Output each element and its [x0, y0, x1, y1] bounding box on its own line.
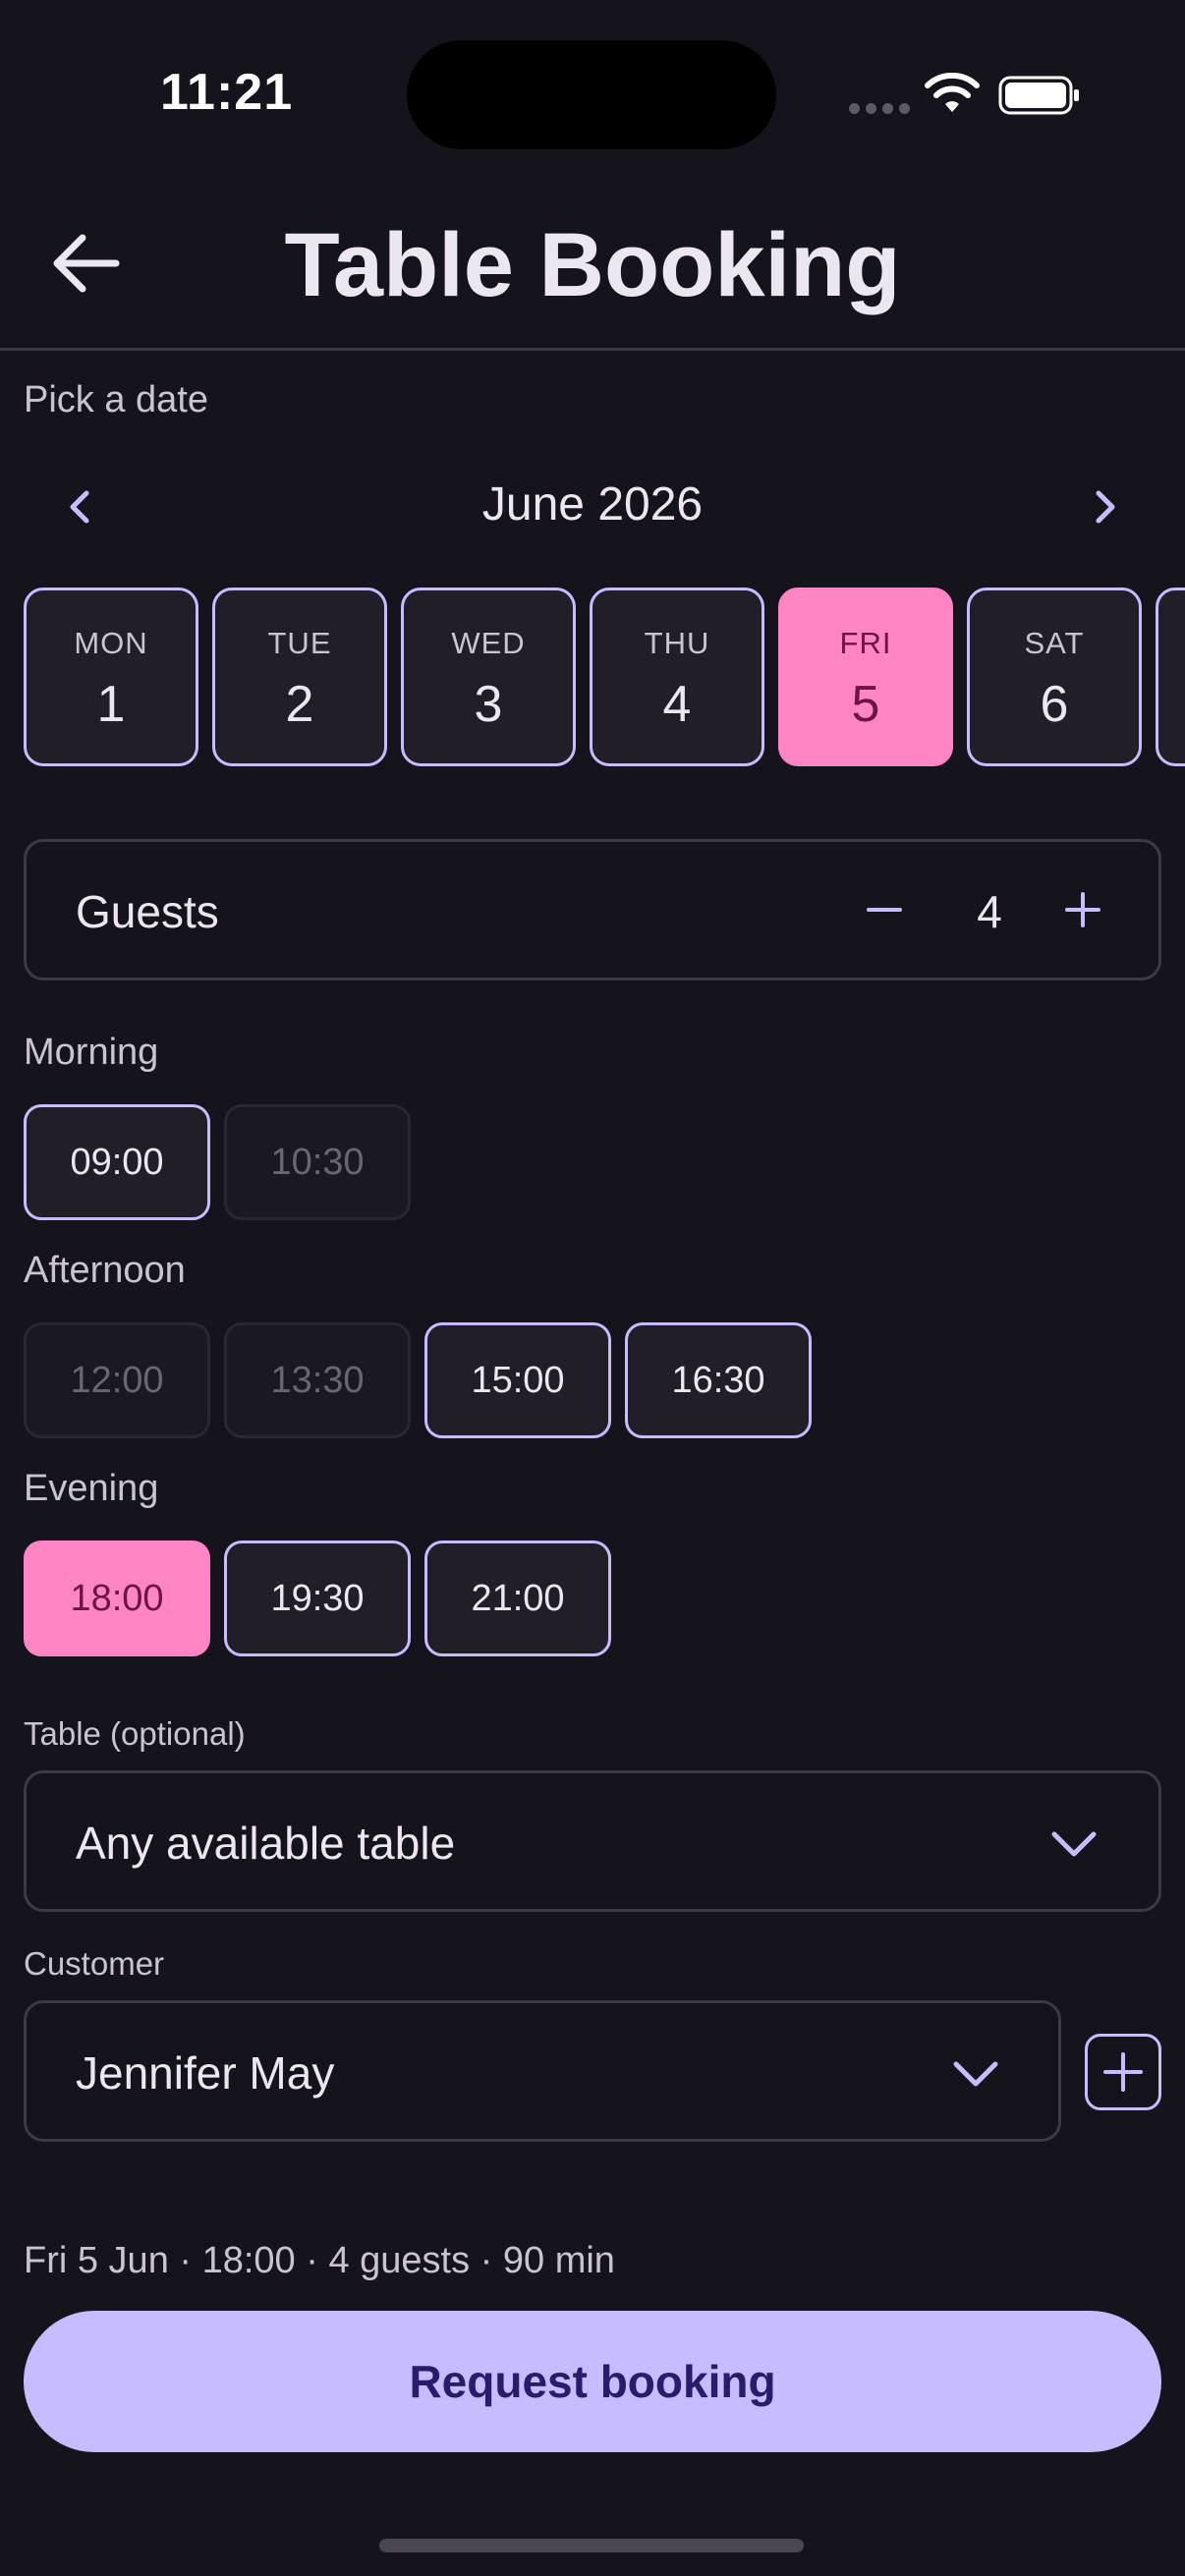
- day-number: 6: [1040, 676, 1069, 733]
- chevron-right-icon: [1096, 490, 1115, 524]
- time-slot-1500[interactable]: 15:00: [424, 1322, 611, 1438]
- time-slot-1330: 13:30: [224, 1322, 411, 1438]
- guests-stepper: Guests 4: [24, 839, 1161, 980]
- morning-slots: 09:00 10:30: [24, 1104, 411, 1220]
- plus-icon: [1065, 892, 1100, 927]
- morning-label: Morning: [24, 1032, 159, 1073]
- screen: 11:21 Table Booking Pick a date June 202…: [0, 0, 1185, 2576]
- time-slot-1930[interactable]: 19:30: [224, 1540, 411, 1656]
- day-thu-4[interactable]: THU 4: [590, 588, 764, 766]
- day-sat-6[interactable]: SAT 6: [967, 588, 1142, 766]
- time-slot-0900[interactable]: 09:00: [24, 1104, 210, 1220]
- minus-icon: [867, 908, 902, 912]
- time-slot-2100[interactable]: 21:00: [424, 1540, 611, 1656]
- day-next-partial[interactable]: [1156, 588, 1185, 766]
- day-number: 2: [285, 676, 314, 733]
- request-booking-button[interactable]: Request booking: [24, 2311, 1161, 2452]
- guests-label: Guests: [76, 886, 219, 937]
- day-of-week: MON: [74, 626, 148, 660]
- header-divider: [0, 348, 1185, 351]
- evening-slots: 18:00 19:30 21:00: [24, 1540, 611, 1656]
- day-number: 3: [474, 676, 503, 733]
- chevron-down-icon: [953, 2061, 998, 2087]
- day-of-week: TUE: [267, 626, 332, 660]
- guests-count: 4: [977, 886, 1002, 937]
- customer-dropdown[interactable]: Jennifer May: [24, 2000, 1061, 2142]
- customer-value: Jennifer May: [76, 2047, 335, 2099]
- afternoon-label: Afternoon: [24, 1250, 186, 1291]
- wifi-icon: [925, 73, 980, 112]
- table-label: Table (optional): [24, 1715, 246, 1752]
- day-number: 5: [851, 676, 880, 733]
- afternoon-slots: 12:00 13:30 15:00 16:30: [24, 1322, 812, 1438]
- time-slot-1030: 10:30: [224, 1104, 411, 1220]
- booking-summary: Fri 5 Jun · 18:00 · 4 guests · 90 min: [24, 2240, 615, 2281]
- pick-date-label: Pick a date: [24, 379, 208, 420]
- customer-label: Customer: [24, 1945, 165, 1982]
- day-of-week: FRI: [839, 626, 892, 660]
- time-slot-1800[interactable]: 18:00: [24, 1540, 210, 1656]
- day-wed-3[interactable]: WED 3: [401, 588, 576, 766]
- status-time: 11:21: [160, 64, 294, 121]
- evening-label: Evening: [24, 1468, 159, 1509]
- cellular-signal-icon: [849, 103, 910, 114]
- day-of-week: SAT: [1024, 626, 1085, 660]
- page-title: Table Booking: [284, 215, 901, 315]
- table-dropdown[interactable]: Any available table: [24, 1770, 1161, 1912]
- time-slot-1200: 12:00: [24, 1322, 210, 1438]
- day-of-week: WED: [451, 626, 526, 660]
- time-slot-1630[interactable]: 16:30: [625, 1322, 812, 1438]
- next-month-button[interactable]: [1075, 477, 1134, 536]
- increase-guests-button[interactable]: [1041, 868, 1125, 952]
- day-of-week: THU: [644, 626, 710, 660]
- dynamic-island: [407, 40, 776, 149]
- battery-icon: [998, 76, 1079, 115]
- decrease-guests-button[interactable]: [842, 868, 927, 952]
- add-customer-button[interactable]: [1085, 2034, 1161, 2110]
- day-fri-5[interactable]: FRI 5: [778, 588, 953, 766]
- home-indicator: [379, 2539, 804, 2552]
- day-strip: MON 1 TUE 2 WED 3 THU 4 FRI 5 SAT 6: [24, 588, 1185, 766]
- day-number: 1: [96, 676, 126, 733]
- day-tue-2[interactable]: TUE 2: [212, 588, 387, 766]
- day-mon-1[interactable]: MON 1: [24, 588, 198, 766]
- chevron-down-icon: [1051, 1831, 1097, 1857]
- table-value: Any available table: [76, 1818, 456, 1869]
- month-label: June 2026: [481, 478, 704, 531]
- day-number: 4: [662, 676, 692, 733]
- plus-icon: [1103, 2052, 1143, 2092]
